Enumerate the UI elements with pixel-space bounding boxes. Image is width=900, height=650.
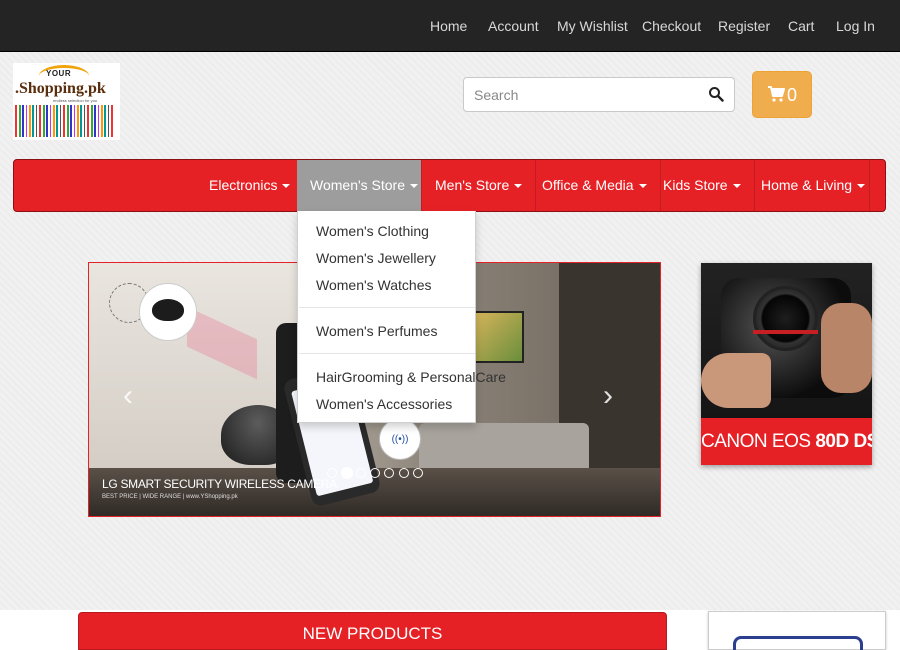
shopping-cart-icon bbox=[768, 86, 785, 102]
logo-barcode bbox=[15, 105, 115, 137]
dropdown-item-hairgrooming[interactable]: HairGrooming & PersonalCare bbox=[316, 369, 506, 385]
search-input[interactable] bbox=[474, 85, 694, 105]
new-products-title: NEW PRODUCTS bbox=[302, 624, 443, 643]
cart-button[interactable]: 0 bbox=[752, 71, 812, 118]
top-link-account[interactable]: Account bbox=[488, 18, 539, 34]
dropdown-item-womens-perfumes[interactable]: Women's Perfumes bbox=[316, 323, 437, 339]
nav-home-living[interactable]: Home & Living bbox=[748, 160, 870, 211]
dropdown-divider bbox=[299, 353, 475, 354]
slide-caption: LG SMART SECURITY WIRELESS CAMERA bbox=[102, 477, 337, 491]
main-nav: Electronics Women's Store Men's Store Of… bbox=[13, 159, 886, 212]
top-link-login[interactable]: Log In bbox=[836, 18, 875, 34]
caret-down-icon bbox=[282, 184, 291, 189]
site-logo[interactable]: YOUR .Shopping.pk endless selection for … bbox=[13, 63, 120, 140]
dropdown-item-womens-watches[interactable]: Women's Watches bbox=[316, 277, 432, 293]
dropdown-item-womens-accessories[interactable]: Women's Accessories bbox=[316, 396, 452, 412]
caret-down-icon bbox=[514, 184, 523, 189]
ad-title-bold: 80D DSLR bbox=[815, 431, 872, 452]
top-link-wishlist[interactable]: My Wishlist bbox=[557, 18, 628, 34]
nav-kids-store-label: Kids Store bbox=[663, 177, 728, 193]
carousel-next-icon[interactable]: › bbox=[603, 381, 623, 411]
nav-mens-store-label: Men's Store bbox=[435, 177, 510, 193]
caret-down-icon bbox=[732, 184, 741, 189]
new-products-header: NEW PRODUCTS bbox=[78, 612, 667, 650]
ad-lens-ring bbox=[753, 330, 818, 334]
nav-electronics-label: Electronics bbox=[209, 177, 278, 193]
dropdown-divider bbox=[299, 307, 475, 308]
ad-camera-lens bbox=[753, 286, 818, 351]
slide-sofa bbox=[419, 423, 589, 473]
carousel-indicator-dot[interactable] bbox=[355, 468, 366, 478]
womens-store-dropdown: Women's Clothing Women's Jewellery Women… bbox=[297, 211, 506, 423]
slide-tv bbox=[474, 311, 524, 363]
top-link-home[interactable]: Home bbox=[430, 18, 467, 34]
nav-womens-store[interactable]: Women's Store bbox=[297, 160, 422, 211]
nav-home-living-label: Home & Living bbox=[761, 177, 853, 193]
carousel-indicator-dot[interactable] bbox=[412, 468, 423, 478]
ad-hand-right bbox=[821, 303, 872, 393]
caret-down-icon bbox=[857, 184, 866, 189]
dropdown-item-womens-jewellery[interactable]: Women's Jewellery bbox=[316, 250, 436, 266]
sunglasses-image bbox=[733, 636, 863, 650]
carousel-indicator-dot[interactable] bbox=[327, 468, 337, 478]
search-box bbox=[463, 77, 735, 112]
nav-mens-store[interactable]: Men's Store bbox=[422, 160, 537, 211]
nav-electronics[interactable]: Electronics bbox=[196, 160, 305, 211]
ad-title: CANON EOS 80D DSLR bbox=[701, 418, 872, 465]
nav-office-media-label: Office & Media bbox=[542, 177, 634, 193]
nav-kids-store[interactable]: Kids Store bbox=[650, 160, 755, 211]
ad-hand-left bbox=[701, 353, 771, 408]
caret-down-icon bbox=[638, 184, 647, 189]
slide-camera-bubble bbox=[139, 283, 197, 341]
canon-ad-banner[interactable]: CANON EOS 80D DSLR bbox=[701, 263, 872, 465]
logo-brand-text: .Shopping.pk bbox=[15, 80, 106, 97]
top-link-checkout[interactable]: Checkout bbox=[642, 18, 701, 34]
nav-womens-store-label: Women's Store bbox=[310, 177, 406, 193]
carousel-indicator-dot[interactable] bbox=[398, 468, 409, 478]
ad-title-plain: CANON EOS bbox=[701, 431, 816, 452]
top-bar: Home Account My Wishlist Checkout Regist… bbox=[0, 0, 900, 52]
top-link-cart[interactable]: Cart bbox=[788, 18, 814, 34]
logo-your-text: YOUR bbox=[46, 69, 72, 78]
top-link-register[interactable]: Register bbox=[718, 18, 770, 34]
caret-down-icon bbox=[410, 184, 419, 189]
carousel-prev-icon[interactable]: ‹ bbox=[123, 381, 143, 411]
slide-sensor-icon: ((•)) bbox=[379, 418, 421, 460]
nav-office-media[interactable]: Office & Media bbox=[529, 160, 661, 211]
search-icon[interactable] bbox=[708, 86, 724, 102]
carousel-indicator-dot[interactable] bbox=[369, 468, 380, 478]
dropdown-item-womens-clothing[interactable]: Women's Clothing bbox=[316, 223, 429, 239]
slide-subcaption: BEST PRICE | WIDE RANGE | www.YShopping.… bbox=[102, 494, 238, 500]
sunglasses-ad[interactable] bbox=[708, 611, 886, 650]
cart-count: 0 bbox=[787, 85, 798, 105]
logo-tagline: endless selection for you bbox=[53, 98, 98, 103]
